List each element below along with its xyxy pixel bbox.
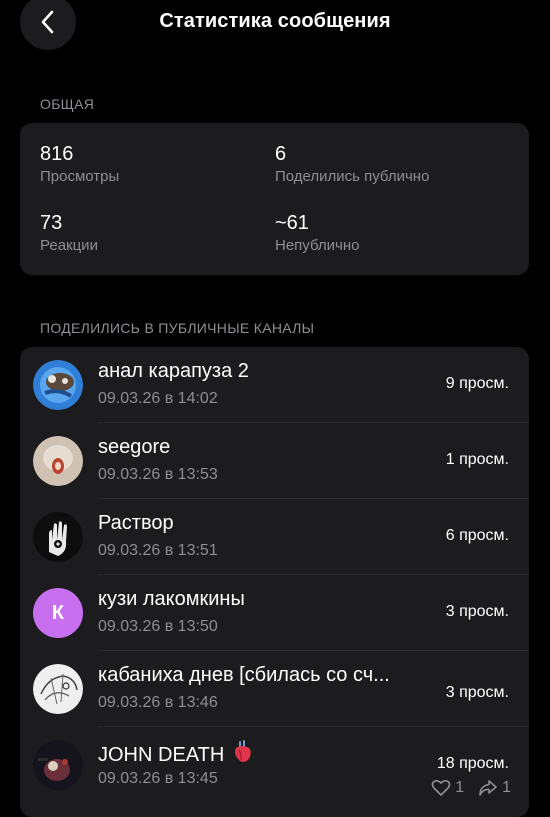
share-date: 09.03.26 в 14:02 [98,390,218,407]
shares-list: анал карапуза 2 09.03.26 в 14:02 9 просм… [20,347,529,817]
likes-count: 1 [455,779,465,796]
reposts-count: 1 [502,779,511,796]
shares-section-label: ПОДЕЛИЛИСЬ В ПУБЛИЧНЫЕ КАНАЛЫ [40,320,315,336]
share-date: 09.03.26 в 13:46 [98,694,218,711]
page-title: Статистика сообщения [159,10,391,32]
post-meta: 1 1 [431,779,511,797]
views-count: 1 просм. [445,451,509,468]
stat-private-shares: ~61 Непублично [275,211,359,256]
stat-value: 816 [40,143,74,165]
share-date: 09.03.26 в 13:45 [98,770,218,787]
anatomical-heart-icon [234,740,251,762]
channel-avatar [33,512,83,562]
avatar-letter: К [51,601,65,624]
channel-name: анал карапуза 2 [98,360,249,382]
heart-icon [431,779,451,796]
overview-card: 816 Просмотры 6 Поделились публично 73 Р… [20,123,529,275]
list-item[interactable]: К кузи лакомкины 09.03.26 в 13:50 3 прос… [20,575,529,651]
channel-avatar [33,740,83,790]
views-count: 6 просм. [445,527,509,544]
stat-value: 73 [40,212,63,234]
views-count: 3 просм. [445,603,509,620]
list-item[interactable]: Раствор 09.03.26 в 13:51 6 просм. [20,499,529,575]
overview-section-label: ОБЩАЯ [40,96,95,112]
channel-name: JOHN DEATH [98,740,254,767]
stat-reactions: 73 Реакции [40,211,98,256]
views-count: 9 просм. [445,375,509,392]
views-count: 18 просм. [436,755,509,772]
header: Статистика сообщения [0,0,550,50]
list-item[interactable]: seegore 09.03.26 в 13:53 1 просм. [20,423,529,499]
channel-avatar [33,664,83,714]
list-item[interactable]: JOHN DEATH 09.03.26 в 13:45 18 просм. 1 … [20,727,529,817]
channel-name: кабаниха днев [сбилась со сч... [98,664,390,686]
channel-name: кузи лакомкины [98,588,245,610]
list-item[interactable]: кабаниха днев [сбилась со сч... 09.03.26… [20,651,529,727]
stat-public-shares: 6 Поделились публично [275,142,429,187]
channel-name: seegore [98,436,171,458]
stat-label: Непублично [275,237,360,254]
repost-icon [479,780,497,796]
stat-value: ~61 [275,212,309,234]
share-date: 09.03.26 в 13:50 [98,618,218,635]
stat-label: Реакции [40,237,98,254]
list-item[interactable]: анал карапуза 2 09.03.26 в 14:02 9 просм… [20,347,529,423]
channel-name: Раствор [98,512,174,534]
channel-avatar: К [33,588,83,638]
channel-name-text: JOHN DEATH [98,744,225,766]
channel-avatar [33,436,83,486]
stat-views: 816 Просмотры [40,142,119,187]
share-date: 09.03.26 в 13:51 [98,542,218,559]
views-count: 3 просм. [445,684,509,701]
stat-label: Просмотры [40,168,120,185]
share-date: 09.03.26 в 13:53 [98,466,218,483]
stat-label: Поделились публично [275,168,430,185]
stat-value: 6 [275,143,287,165]
channel-avatar [33,360,83,410]
